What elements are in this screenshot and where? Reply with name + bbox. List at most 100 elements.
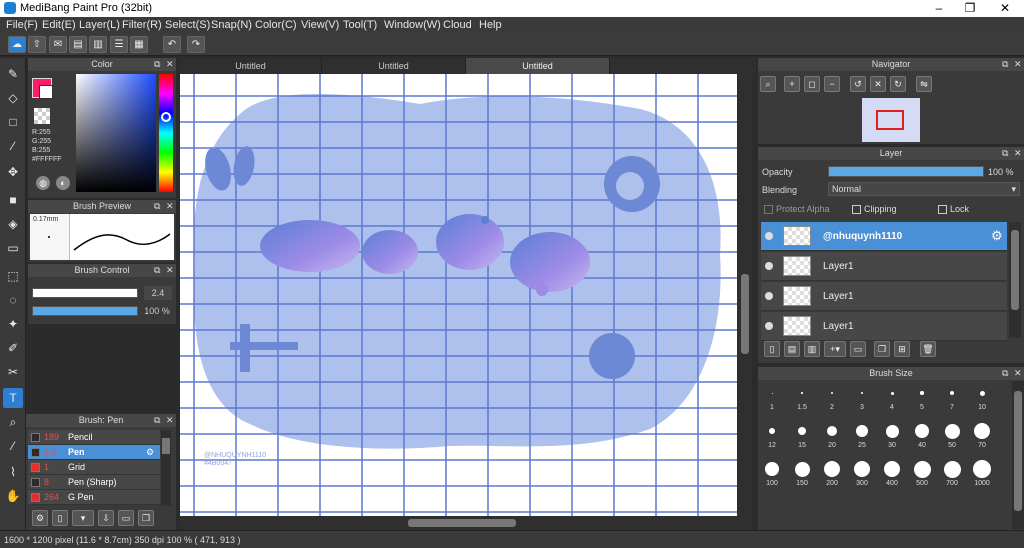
- navigator-thumbnail[interactable]: [862, 98, 920, 142]
- grid-icon[interactable]: ▦: [130, 36, 148, 53]
- folder-icon[interactable]: ▭: [118, 510, 134, 526]
- eye-icon[interactable]: [765, 292, 773, 300]
- new-layer-icon[interactable]: ▯: [764, 341, 780, 357]
- undo-icon[interactable]: ↶: [163, 36, 181, 53]
- text-tool-icon[interactable]: T: [3, 388, 23, 408]
- menu-help[interactable]: Help: [479, 19, 502, 31]
- select-rect-tool-icon[interactable]: ⬚: [3, 266, 23, 286]
- close-button[interactable]: ✕: [988, 0, 1022, 17]
- brush-size-option[interactable]: 1.5: [787, 382, 817, 418]
- brush-size-option[interactable]: 3: [847, 382, 877, 418]
- minimize-button[interactable]: –: [922, 0, 956, 17]
- canvas-vertical-scrollbar[interactable]: [738, 74, 752, 516]
- add-brush-icon[interactable]: ⚙: [32, 510, 48, 526]
- hand-tool-icon[interactable]: ✋: [3, 486, 23, 506]
- color-set-icon[interactable]: ◐: [56, 176, 70, 190]
- brush-size-option[interactable]: 15: [787, 420, 817, 456]
- brush-size-slider[interactable]: [32, 288, 138, 298]
- brush-size-option[interactable]: 70: [967, 420, 997, 456]
- eraser-tool-icon[interactable]: ◇: [3, 88, 23, 108]
- tab-untitled-1[interactable]: Untitled: [180, 58, 322, 74]
- zoom-in-icon[interactable]: +: [784, 76, 800, 92]
- layer-row[interactable]: Layer1: [761, 312, 1007, 341]
- gradient-tool-icon[interactable]: ▭: [3, 238, 23, 258]
- reset-view-icon[interactable]: ✕: [870, 76, 886, 92]
- brush-size-option[interactable]: 40: [907, 420, 937, 456]
- panel-close-icon[interactable]: ✕: [166, 414, 174, 427]
- brush-size-option[interactable]: 500: [907, 458, 937, 494]
- panel-close-icon[interactable]: ✕: [166, 200, 174, 213]
- brush-tool-icon[interactable]: ✎: [3, 64, 23, 84]
- panel-float-icon[interactable]: ⧉: [1002, 367, 1008, 380]
- brush-size-option[interactable]: 400: [877, 458, 907, 494]
- brush-opacity-slider[interactable]: [32, 306, 138, 316]
- eye-icon[interactable]: [765, 262, 773, 270]
- saturation-picker[interactable]: [76, 74, 156, 192]
- panel-close-icon[interactable]: ✕: [1014, 367, 1022, 380]
- menu-layer[interactable]: Layer(L): [79, 19, 120, 31]
- brush-import-icon[interactable]: ⇩: [98, 510, 114, 526]
- zoom-fit-icon[interactable]: ⌕: [760, 76, 776, 92]
- brush-opacity-value[interactable]: 100 %: [140, 304, 174, 318]
- rotate-right-icon[interactable]: ↻: [890, 76, 906, 92]
- brush-size-value[interactable]: 2.4: [144, 286, 172, 300]
- comment-icon[interactable]: ✉: [49, 36, 67, 53]
- menu-file[interactable]: File(F): [6, 19, 38, 31]
- brush-size-option[interactable]: 7: [937, 382, 967, 418]
- hue-slider[interactable]: [159, 74, 173, 192]
- add-layer-menu-icon[interactable]: +▾: [824, 341, 846, 357]
- layer-opacity-slider[interactable]: [828, 166, 984, 177]
- menu-select[interactable]: Select(S): [165, 19, 210, 31]
- panel-float-icon[interactable]: ⧉: [154, 58, 160, 71]
- bucket-tool-icon[interactable]: ◈: [3, 214, 23, 234]
- brush-list-item[interactable]: 2.4 Pen ⚙: [28, 445, 160, 460]
- new-8bit-layer-icon[interactable]: ▥: [804, 341, 820, 357]
- brush-size-option[interactable]: 30: [877, 420, 907, 456]
- upload-icon[interactable]: ⇧: [28, 36, 46, 53]
- zoom-out-icon[interactable]: −: [824, 76, 840, 92]
- lock-checkbox[interactable]: [938, 205, 947, 214]
- panel-close-icon[interactable]: ✕: [1014, 58, 1022, 71]
- clipping-checkbox[interactable]: [852, 205, 861, 214]
- rotate-left-icon[interactable]: ↺: [850, 76, 866, 92]
- merge-layer-icon[interactable]: ⊞: [894, 341, 910, 357]
- protect-alpha-checkbox[interactable]: [764, 205, 773, 214]
- layer-folder-icon[interactable]: ▭: [850, 341, 866, 357]
- brush-list-item[interactable]: 264 G Pen: [28, 490, 160, 505]
- flip-icon[interactable]: ⇋: [916, 76, 932, 92]
- menu-view[interactable]: View(V): [301, 19, 339, 31]
- duplicate-layer-icon[interactable]: ❐: [874, 341, 890, 357]
- panel-close-icon[interactable]: ✕: [1014, 147, 1022, 160]
- select-eraser-tool-icon[interactable]: ✂: [3, 362, 23, 382]
- layer-row[interactable]: Layer1: [761, 282, 1007, 311]
- brush-size-scrollbar[interactable]: [1012, 381, 1024, 529]
- panel-float-icon[interactable]: ⧉: [154, 264, 160, 277]
- brush-list-item[interactable]: 1 Grid: [28, 460, 160, 475]
- magic-wand-tool-icon[interactable]: ✦: [3, 314, 23, 334]
- layer-list-scrollbar[interactable]: [1009, 222, 1021, 338]
- brush-size-option[interactable]: 200: [817, 458, 847, 494]
- drawing-canvas[interactable]: @NHUQUYNH1110 #4B0047: [180, 74, 737, 516]
- brush-size-option[interactable]: 20: [817, 420, 847, 456]
- brush-size-option[interactable]: 1000: [967, 458, 997, 494]
- brush-size-option[interactable]: 5: [907, 382, 937, 418]
- blending-select[interactable]: Normal ▾: [828, 182, 1020, 196]
- gear-icon[interactable]: ⚙: [146, 445, 154, 460]
- brush-size-option[interactable]: 10: [967, 382, 997, 418]
- select-pen-tool-icon[interactable]: ✐: [3, 338, 23, 358]
- fill-rect-tool-icon[interactable]: ■: [3, 190, 23, 210]
- brush-size-option[interactable]: 2: [817, 382, 847, 418]
- maximize-button[interactable]: ❐: [953, 0, 987, 17]
- brush-size-option[interactable]: 4: [877, 382, 907, 418]
- canvas-horizontal-scrollbar[interactable]: [180, 516, 752, 530]
- menu-snap[interactable]: Snap(N): [211, 19, 252, 31]
- brush-list-scrollbar[interactable]: [161, 430, 171, 506]
- panel-close-icon[interactable]: ✕: [166, 264, 174, 277]
- rectangle-tool-icon[interactable]: □: [3, 112, 23, 132]
- brush-size-option[interactable]: 150: [787, 458, 817, 494]
- pen-line-tool-icon[interactable]: ∕: [3, 136, 23, 156]
- menu-edit[interactable]: Edit(E): [42, 19, 76, 31]
- zoom-actual-icon[interactable]: ◻: [804, 76, 820, 92]
- panel-float-icon[interactable]: ⧉: [1002, 147, 1008, 160]
- brush-size-option[interactable]: 1: [757, 382, 787, 418]
